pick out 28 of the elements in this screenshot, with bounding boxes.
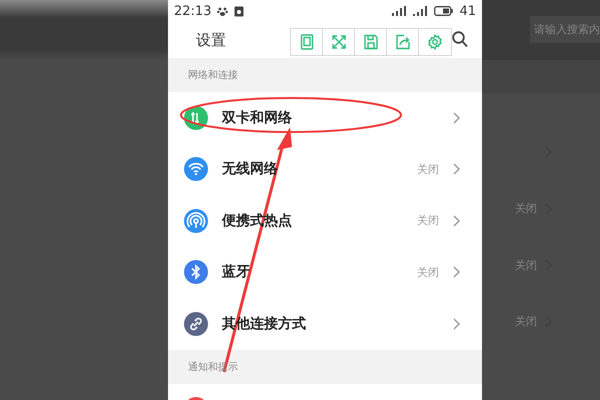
page-title: 设置 (196, 30, 226, 50)
chevron-icon (453, 112, 460, 124)
chevron-icon (453, 266, 460, 278)
settings-icon (427, 34, 443, 50)
floppy-icon (362, 34, 378, 50)
signal-icon (392, 6, 408, 16)
row-status: 关闭 (515, 258, 537, 273)
chevron-icon (453, 163, 460, 176)
row-status: 关闭 (515, 314, 537, 330)
row-status: 关闭 (417, 264, 439, 280)
app-icon (234, 6, 244, 16)
settings-row[interactable]: 双卡和网络 (168, 92, 482, 144)
tablet-icon (300, 34, 314, 50)
section-header: 网络和连接 (188, 68, 238, 82)
battery-icon (434, 6, 454, 16)
share-icon (394, 34, 410, 50)
battery-level: 41 (459, 4, 476, 18)
paw-icon (217, 6, 228, 16)
chevron-icon (453, 214, 460, 227)
clock: 22:13 (174, 4, 212, 18)
signal-icon (413, 6, 428, 16)
row-label: 双卡和网络 (222, 108, 293, 127)
row-status: 关闭 (417, 162, 439, 177)
row-status: 关闭 (515, 201, 537, 216)
row-status: 关闭 (417, 213, 439, 228)
expand-icon (330, 34, 346, 50)
chevron-icon (453, 318, 460, 330)
search-icon[interactable] (452, 31, 468, 48)
